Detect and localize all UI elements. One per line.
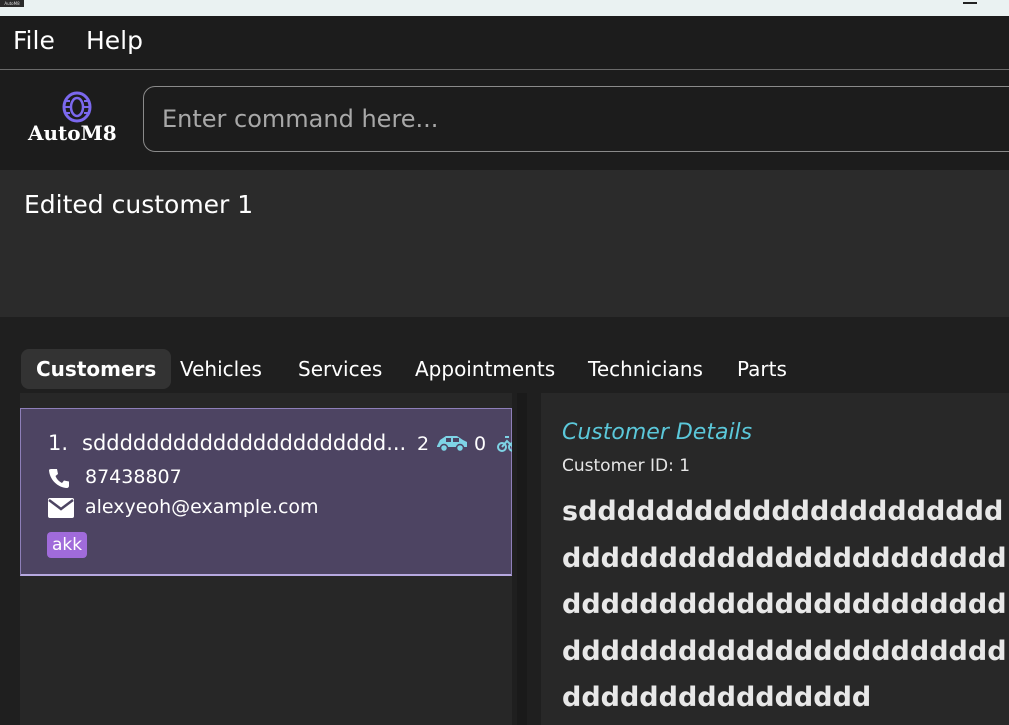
minimize-icon[interactable] xyxy=(963,0,977,4)
service-count: 0 xyxy=(474,433,487,455)
tab-services[interactable]: Services xyxy=(283,349,397,389)
menu-bar: File Help xyxy=(0,16,1009,70)
menu-file[interactable]: File xyxy=(13,26,55,55)
tab-vehicles[interactable]: Vehicles xyxy=(165,349,277,389)
details-customer-id: Customer ID: 1 xyxy=(562,456,691,476)
customer-phone: 87438807 xyxy=(85,466,182,488)
car-icon xyxy=(437,436,467,453)
main-panel: Customers Vehicles Services Appointments… xyxy=(0,317,1009,725)
customer-name: sdddddddddddddddddddddd... xyxy=(82,431,407,455)
result-display: Edited customer 1 xyxy=(0,170,1009,317)
customer-card[interactable]: 1. sdddddddddddddddddddddd... 2 0 874388… xyxy=(20,408,512,576)
app-icon: AutoM8 xyxy=(0,0,24,7)
customer-details-panel: Customer Details Customer ID: 1 sddddddd… xyxy=(541,393,1009,725)
tab-parts[interactable]: Parts xyxy=(722,349,802,389)
tab-customers[interactable]: Customers xyxy=(21,349,172,389)
email-icon xyxy=(48,498,74,518)
window-titlebar: AutoM8 xyxy=(0,0,1009,16)
details-title: Customer Details xyxy=(562,420,753,445)
panel-divider[interactable] xyxy=(517,393,527,725)
logo-text: AutoM8 xyxy=(28,121,117,145)
vehicle-count: 2 xyxy=(417,433,430,455)
customer-index: 1. xyxy=(48,431,69,455)
tab-technicians[interactable]: Technicians xyxy=(573,349,718,389)
customer-email: alexyeoh@example.com xyxy=(85,496,319,518)
details-customer-name: sddddddddddddddddddddddddddddddddddddddd… xyxy=(562,496,1007,713)
command-bar: AutoM8 xyxy=(0,70,1009,170)
result-message: Edited customer 1 xyxy=(24,190,254,219)
logo-tyre-icon xyxy=(62,91,92,123)
app-logo: AutoM8 xyxy=(28,91,128,151)
customer-list[interactable]: 1. sdddddddddddddddddddddd... 2 0 874388… xyxy=(20,393,512,725)
menu-help[interactable]: Help xyxy=(86,26,143,55)
bike-icon xyxy=(497,436,512,452)
tab-appointments[interactable]: Appointments xyxy=(400,349,570,389)
customer-tag: akk xyxy=(47,532,88,558)
command-input[interactable] xyxy=(143,86,1009,152)
phone-icon xyxy=(49,469,69,488)
